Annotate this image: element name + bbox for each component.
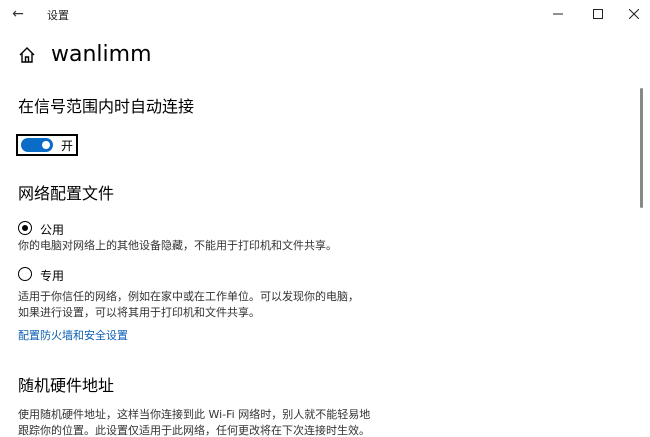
firewall-settings-link[interactable]: 配置防火墙和安全设置 [18, 327, 128, 343]
auto-connect-heading: 在信号范围内时自动连接 [18, 97, 195, 116]
close-button[interactable] [614, 0, 650, 28]
network-profile-heading: 网络配置文件 [18, 184, 115, 203]
vertical-scrollbar[interactable] [640, 88, 643, 208]
maximize-button[interactable] [578, 0, 618, 28]
auto-connect-toggle[interactable]: 开 [16, 134, 78, 156]
maximize-icon [593, 9, 603, 19]
public-description: 你的电脑对网络上的其他设备隐藏，不能用于打印机和文件共享。 [18, 239, 337, 252]
toggle-knob [42, 141, 50, 149]
title-bar: ← 设置 [0, 0, 650, 28]
radio-private-label[interactable]: 专用 [40, 267, 64, 284]
toggle-state-label: 开 [61, 138, 74, 153]
random-hardware-description: 使用随机硬件地址，这样当你连接到此 Wi-Fi 网络时，别人就不能轻易地跟踪你的… [18, 408, 371, 437]
radio-private[interactable] [18, 267, 32, 281]
close-icon [629, 9, 639, 19]
radio-public-label[interactable]: 公用 [40, 221, 64, 238]
minimize-button[interactable] [538, 0, 578, 28]
window-title: 设置 [47, 9, 69, 22]
radio-selected-dot [22, 225, 28, 231]
back-button[interactable]: ← [6, 3, 30, 25]
page-title: wanlimm [51, 42, 152, 67]
radio-public[interactable] [18, 221, 32, 235]
minimize-icon [553, 13, 563, 15]
home-icon[interactable] [18, 46, 36, 64]
toggle-track [21, 138, 53, 152]
private-description: 适用于你信任的网络，例如在家中或在工作单位。可以发现你的电脑，如果进行设置，可以… [18, 290, 359, 319]
random-hardware-address-heading: 随机硬件地址 [18, 376, 115, 395]
back-arrow-icon: ← [12, 6, 24, 22]
